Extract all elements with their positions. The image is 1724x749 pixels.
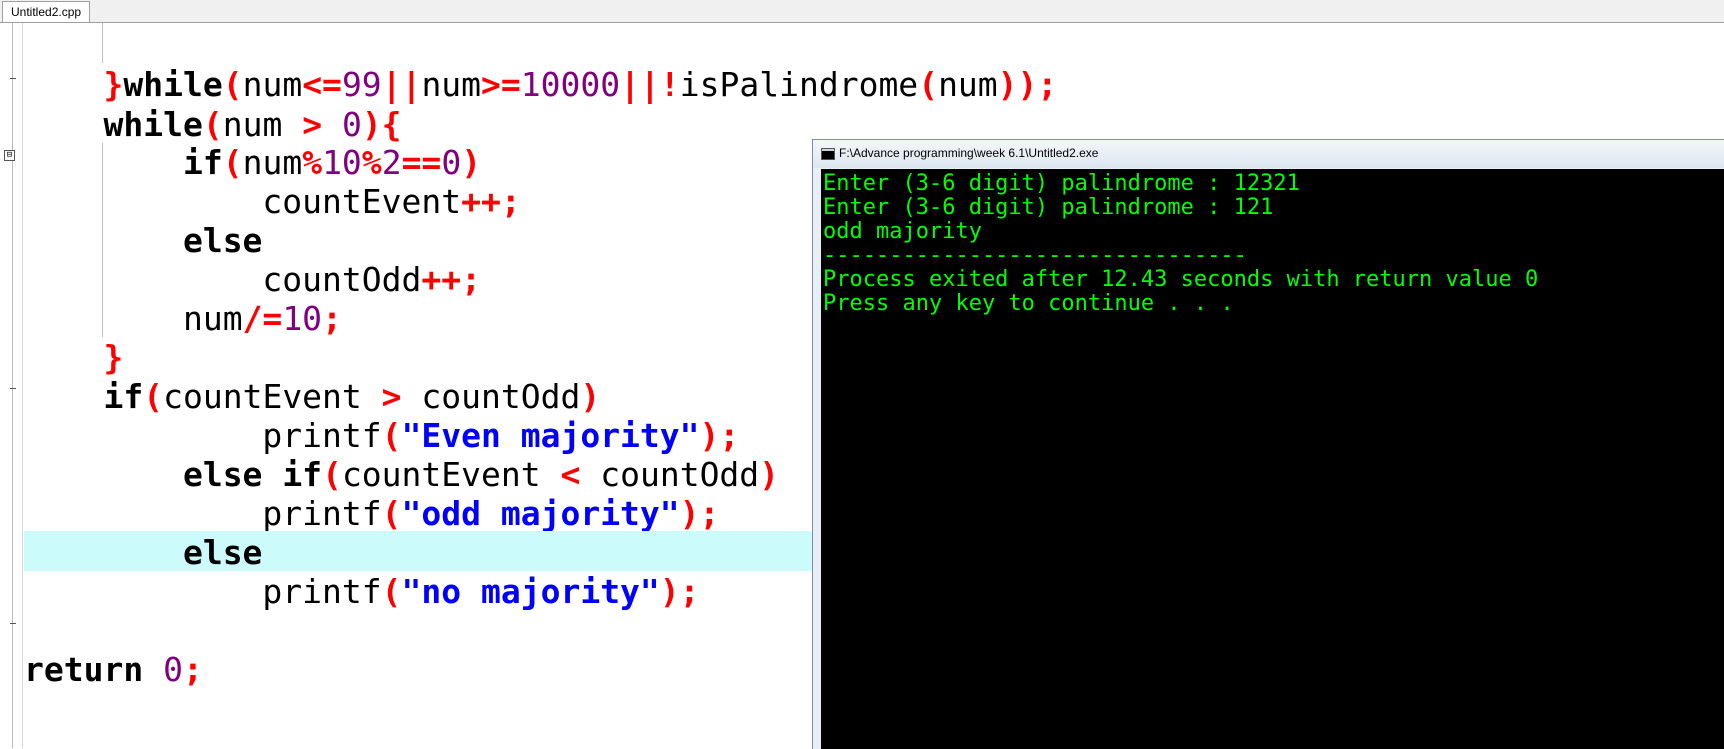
console-line: Enter (3-6 digit) palindrome : 121: [823, 195, 1274, 220]
gutter-tick: [10, 388, 16, 389]
indent-guide: [102, 23, 103, 63]
gutter-tick: [10, 78, 16, 79]
tab-untitled2[interactable]: Untitled2.cpp: [2, 1, 91, 22]
console-window[interactable]: F:\Advance programming\week 6.1\Untitled…: [812, 139, 1724, 749]
console-line: Process exited after 12.43 seconds with …: [823, 267, 1539, 292]
fold-line: [12, 23, 13, 748]
code-line-1: }while(num<=99||num>=10000||!isPalindrom…: [103, 65, 1058, 104]
console-titlebar[interactable]: F:\Advance programming\week 6.1\Untitled…: [813, 140, 1724, 168]
tab-bar: Untitled2.cpp: [0, 0, 1724, 23]
gutter-tick: [10, 623, 16, 624]
editor-gutter: ⊟: [0, 23, 23, 748]
console-line: Press any key to continue . . .: [823, 291, 1234, 316]
console-separator: --------------------------------: [823, 243, 1247, 268]
console-title: F:\Advance programming\week 6.1\Untitled…: [839, 146, 1099, 160]
console-line: Enter (3-6 digit) palindrome : 12321: [823, 171, 1300, 196]
fold-collapse-icon[interactable]: ⊟: [4, 150, 15, 161]
console-app-icon: [821, 148, 835, 160]
console-output[interactable]: Enter (3-6 digit) palindrome : 12321 Ent…: [821, 169, 1724, 749]
console-line: odd majority: [823, 219, 982, 244]
